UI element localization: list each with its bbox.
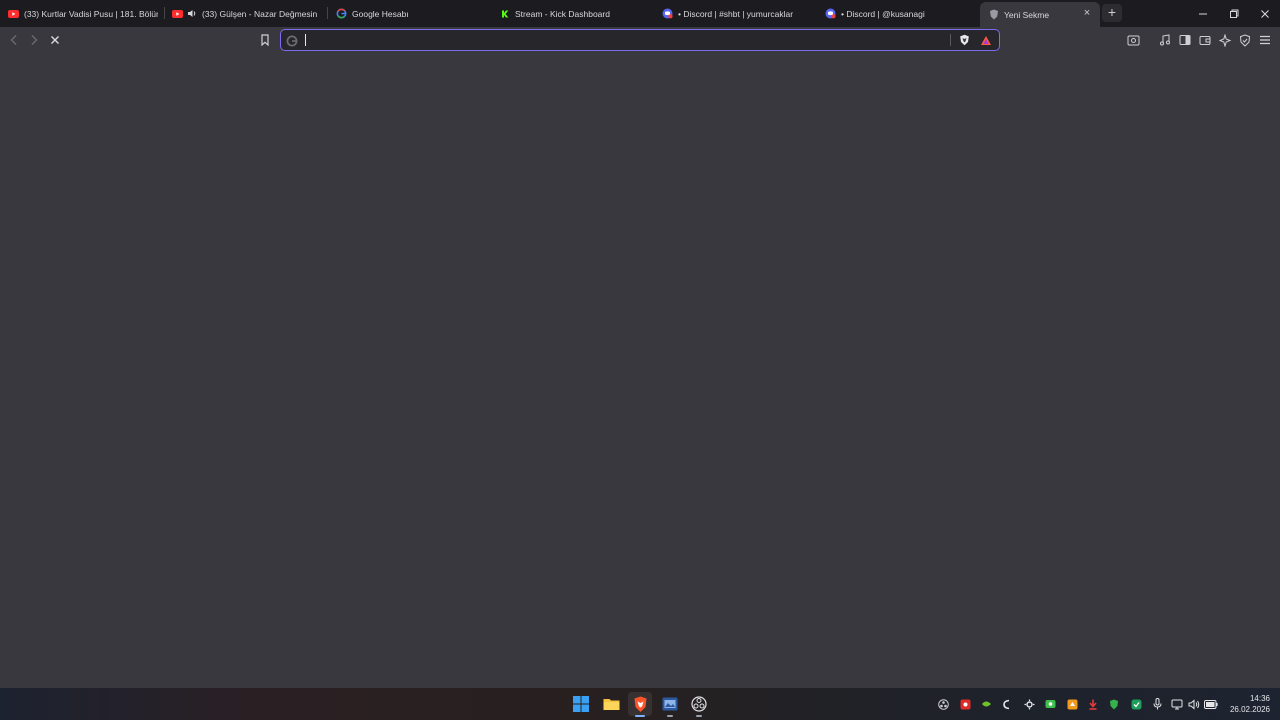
restore-button[interactable] [1219,0,1249,27]
tab-title: Stream - Kick Dashboard [515,8,610,19]
tab-discord-kusanagi[interactable]: • Discord | @kusanagi [825,2,975,25]
menu-button[interactable] [1257,32,1273,48]
tray-settings-icon[interactable] [1022,697,1036,711]
new-tab-page [0,53,1280,688]
obs-icon [691,696,707,712]
shield-icon [1239,33,1251,47]
tab-separator [327,7,328,19]
vpn-button[interactable] [1237,32,1253,48]
hamburger-menu-icon [1260,35,1270,45]
address-input[interactable] [305,31,945,49]
address-bar-divider [950,34,951,46]
close-tab-icon[interactable]: × [1080,6,1094,20]
tab-title: • Discord | @kusanagi [841,8,925,19]
tray-app-icon[interactable] [1000,697,1014,711]
chevron-right-icon [31,35,38,45]
close-window-button[interactable] [1250,0,1280,27]
tray-vpn-icon[interactable] [1107,697,1121,711]
tray-orange-app-icon[interactable] [1065,697,1079,711]
youtube-icon [8,8,19,19]
clock-time: 14:36 [1249,694,1270,703]
google-icon [336,8,347,19]
brave-rewards-icon[interactable] [979,33,993,47]
browser-toolbar [0,27,1280,53]
tab-title: Yeni Sekme [1004,9,1050,20]
chevron-left-icon [10,35,17,45]
tray-nvidia-icon[interactable] [979,697,993,711]
media-button[interactable] [1157,32,1173,48]
file-explorer-icon [603,699,619,710]
discord-icon [825,8,836,19]
back-button[interactable] [6,32,22,48]
windows-taskbar: 14:36 26.02.2026 [0,688,1280,720]
tab-kick-dashboard[interactable]: Stream - Kick Dashboard [499,2,649,25]
music-note-icon [1160,34,1170,46]
bookmark-button[interactable] [257,32,273,48]
tray-record-icon[interactable] [958,697,972,711]
close-icon [1261,9,1269,18]
tab-title: (33) Kurtlar Vadisi Pusu | 181. Bölüm [24,8,158,19]
new-tab-button[interactable]: + [1102,4,1122,22]
wallet-button[interactable] [1197,32,1213,48]
sparkle-icon [1218,33,1231,47]
tray-red-app-icon[interactable] [1086,697,1100,711]
bookmark-icon [261,34,269,46]
tab-kurtlar-vadisi[interactable]: (33) Kurtlar Vadisi Pusu | 181. Bölüm [8,2,158,25]
tab-gulsen[interactable]: (33) Gülşen - Nazar Değmesin (B [172,2,318,25]
tab-strip: (33) Kurtlar Vadisi Pusu | 181. Bölüm (3… [0,0,1280,27]
speaker-icon[interactable] [186,8,197,19]
tab-new-tab-active[interactable]: Yeni Sekme × [980,2,1100,27]
forward-button[interactable] [26,32,42,48]
screenshot-button[interactable] [1125,32,1141,48]
file-explorer-button[interactable] [599,692,623,716]
clock-date: 26.02.2026 [1229,705,1270,714]
youtube-icon [172,8,183,19]
sidebar-icon [1179,35,1191,45]
kick-icon [499,8,510,19]
brave-shields-icon[interactable] [957,33,971,47]
tab-title: (33) Gülşen - Nazar Değmesin (B [202,8,318,19]
tab-discord-shbt[interactable]: • Discord | #shbt | yumurcaklar [662,2,812,25]
tab-google-account[interactable]: Google Hesabı [336,2,476,25]
brave-shield-icon [988,9,999,20]
leo-ai-button[interactable] [1217,32,1233,48]
sidebar-button[interactable] [1177,32,1193,48]
tray-green-app-icon[interactable] [1043,697,1057,711]
start-button[interactable] [569,692,593,716]
tray-obs-icon[interactable] [936,697,950,711]
text-caret [305,34,306,46]
microphone-icon[interactable] [1150,697,1164,711]
stop-icon [51,36,59,44]
address-bar[interactable] [280,29,1000,51]
tray-defender-icon[interactable] [1129,697,1143,711]
restore-icon [1230,9,1239,18]
tab-separator [164,7,165,19]
tab-title: • Discord | #shbt | yumurcaklar [678,8,794,19]
system-clock[interactable]: 14:36 26.02.2026 [1230,693,1270,715]
volume-icon[interactable] [1187,697,1201,711]
battery-icon[interactable] [1204,697,1218,711]
brave-taskbar-button[interactable] [628,692,652,717]
discord-icon [662,8,673,19]
google-search-icon [286,34,298,47]
network-icon[interactable] [1170,697,1184,711]
app-icon [662,697,678,711]
windows-start-icon [573,696,589,712]
screenshot-icon [1127,35,1139,46]
minimize-button[interactable] [1188,0,1218,27]
obs-taskbar-button[interactable] [687,692,711,717]
brave-browser-icon [634,696,646,712]
stop-loading-button[interactable] [47,32,63,48]
wallet-icon [1199,36,1211,45]
minimize-icon [1199,13,1207,14]
app-taskbar-button[interactable] [658,692,682,717]
tab-title: Google Hesabı [352,8,409,19]
